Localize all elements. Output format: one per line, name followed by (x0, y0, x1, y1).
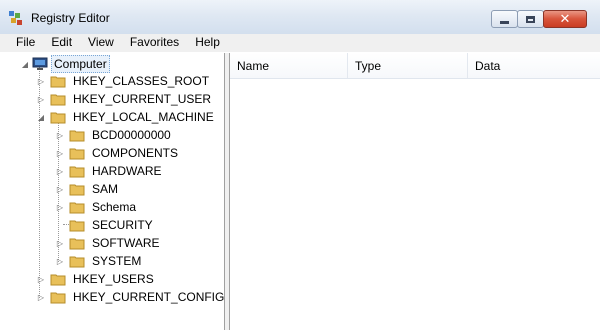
expand-icon[interactable]: ▷ (55, 256, 65, 266)
expand-icon[interactable]: ▷ (55, 238, 65, 248)
maximize-button[interactable] (517, 10, 544, 28)
column-header-name[interactable]: Name (230, 53, 348, 78)
tree-item-label: SECURITY (92, 218, 153, 232)
menu-favorites[interactable]: Favorites (122, 34, 187, 52)
values-list-pane[interactable]: Name Type Data (230, 53, 600, 330)
registry-editor-window: Registry Editor ✕ File Edit View Favorit… (0, 0, 600, 330)
folder-icon (50, 274, 66, 285)
tree-item-label: BCD00000000 (92, 128, 171, 142)
registry-editor-icon (9, 11, 22, 25)
folder-icon (69, 238, 85, 249)
tree-item-security[interactable]: SECURITY (55, 216, 155, 234)
expand-icon[interactable]: ▷ (55, 166, 65, 176)
tree-item-sam[interactable]: ▷ SAM (55, 180, 120, 198)
expand-icon[interactable]: ▷ (55, 202, 65, 212)
minimize-icon (500, 20, 509, 24)
folder-icon (69, 220, 85, 231)
tree-item-software[interactable]: ▷ SOFTWARE (55, 234, 162, 252)
minimize-button[interactable] (491, 10, 518, 28)
collapse-icon[interactable]: ◢ (20, 59, 30, 69)
folder-icon (69, 202, 85, 213)
close-button[interactable]: ✕ (543, 10, 587, 28)
tree-item-label: SYSTEM (92, 254, 142, 268)
folder-icon (69, 184, 85, 195)
tree-item-label: HARDWARE (92, 164, 162, 178)
tree-pane[interactable]: ◢ Computer ▷ HKEY_CLASSES_ROOT ▷ HKEY_CU… (0, 53, 225, 330)
close-icon: ✕ (559, 11, 571, 27)
expand-icon[interactable]: ▷ (36, 292, 46, 302)
title-bar[interactable]: Registry Editor ✕ (0, 0, 600, 35)
tree-item-label: HKEY_CURRENT_CONFIG (73, 290, 225, 304)
tree-item-label: HKEY_CLASSES_ROOT (73, 74, 210, 88)
tree-item-label: Computer (51, 55, 110, 73)
collapse-icon[interactable]: ◢ (36, 112, 46, 122)
caption-buttons: ✕ (491, 10, 587, 29)
expand-icon[interactable]: ▷ (36, 274, 46, 284)
tree-item-hkey-classes-root[interactable]: ▷ HKEY_CLASSES_ROOT (36, 72, 211, 90)
tree-item-label: HKEY_USERS (73, 272, 154, 286)
folder-icon (50, 94, 66, 105)
computer-icon (32, 57, 48, 70)
expand-icon[interactable]: ▷ (55, 184, 65, 194)
tree-item-label: SOFTWARE (92, 236, 160, 250)
tree-item-components[interactable]: ▷ COMPONENTS (55, 144, 180, 162)
window-title: Registry Editor (31, 11, 110, 25)
tree-item-label: COMPONENTS (92, 146, 179, 160)
tree-item-hardware[interactable]: ▷ HARDWARE (55, 162, 164, 180)
menu-bar: File Edit View Favorites Help (0, 34, 600, 52)
list-header: Name Type Data (230, 53, 600, 79)
maximize-icon (526, 15, 535, 23)
menu-help[interactable]: Help (187, 34, 228, 52)
tree-item-hkey-local-machine[interactable]: ◢ HKEY_LOCAL_MACHINE (36, 108, 216, 126)
folder-icon (69, 148, 85, 159)
folder-icon (50, 76, 66, 87)
tree-item-system[interactable]: ▷ SYSTEM (55, 252, 143, 270)
folder-icon (69, 166, 85, 177)
column-header-type[interactable]: Type (348, 53, 468, 78)
tree-item-hkey-current-user[interactable]: ▷ HKEY_CURRENT_USER (36, 90, 213, 108)
folder-icon (69, 130, 85, 141)
tree-item-label: Schema (92, 200, 137, 214)
expand-icon[interactable]: ▷ (55, 130, 65, 140)
expand-icon[interactable]: ▷ (36, 76, 46, 86)
tree-item-computer[interactable]: ◢ Computer (20, 55, 110, 73)
menu-edit[interactable]: Edit (43, 34, 80, 52)
folder-icon (50, 292, 66, 303)
tree-item-schema[interactable]: ▷ Schema (55, 198, 138, 216)
tree-item-hkey-current-config[interactable]: ▷ HKEY_CURRENT_CONFIG (36, 288, 226, 306)
expand-icon[interactable]: ▷ (36, 94, 46, 104)
tree-item-hkey-users[interactable]: ▷ HKEY_USERS (36, 270, 156, 288)
folder-icon (69, 256, 85, 267)
menu-file[interactable]: File (0, 34, 43, 52)
menu-view[interactable]: View (80, 34, 122, 52)
expand-icon[interactable]: ▷ (55, 148, 65, 158)
tree-item-label: HKEY_CURRENT_USER (73, 92, 212, 106)
tree-item-bcd00000000[interactable]: ▷ BCD00000000 (55, 126, 173, 144)
folder-open-icon (50, 112, 66, 123)
column-header-data[interactable]: Data (468, 53, 600, 78)
tree-item-label: HKEY_LOCAL_MACHINE (73, 110, 214, 124)
tree-item-label: SAM (92, 182, 119, 196)
